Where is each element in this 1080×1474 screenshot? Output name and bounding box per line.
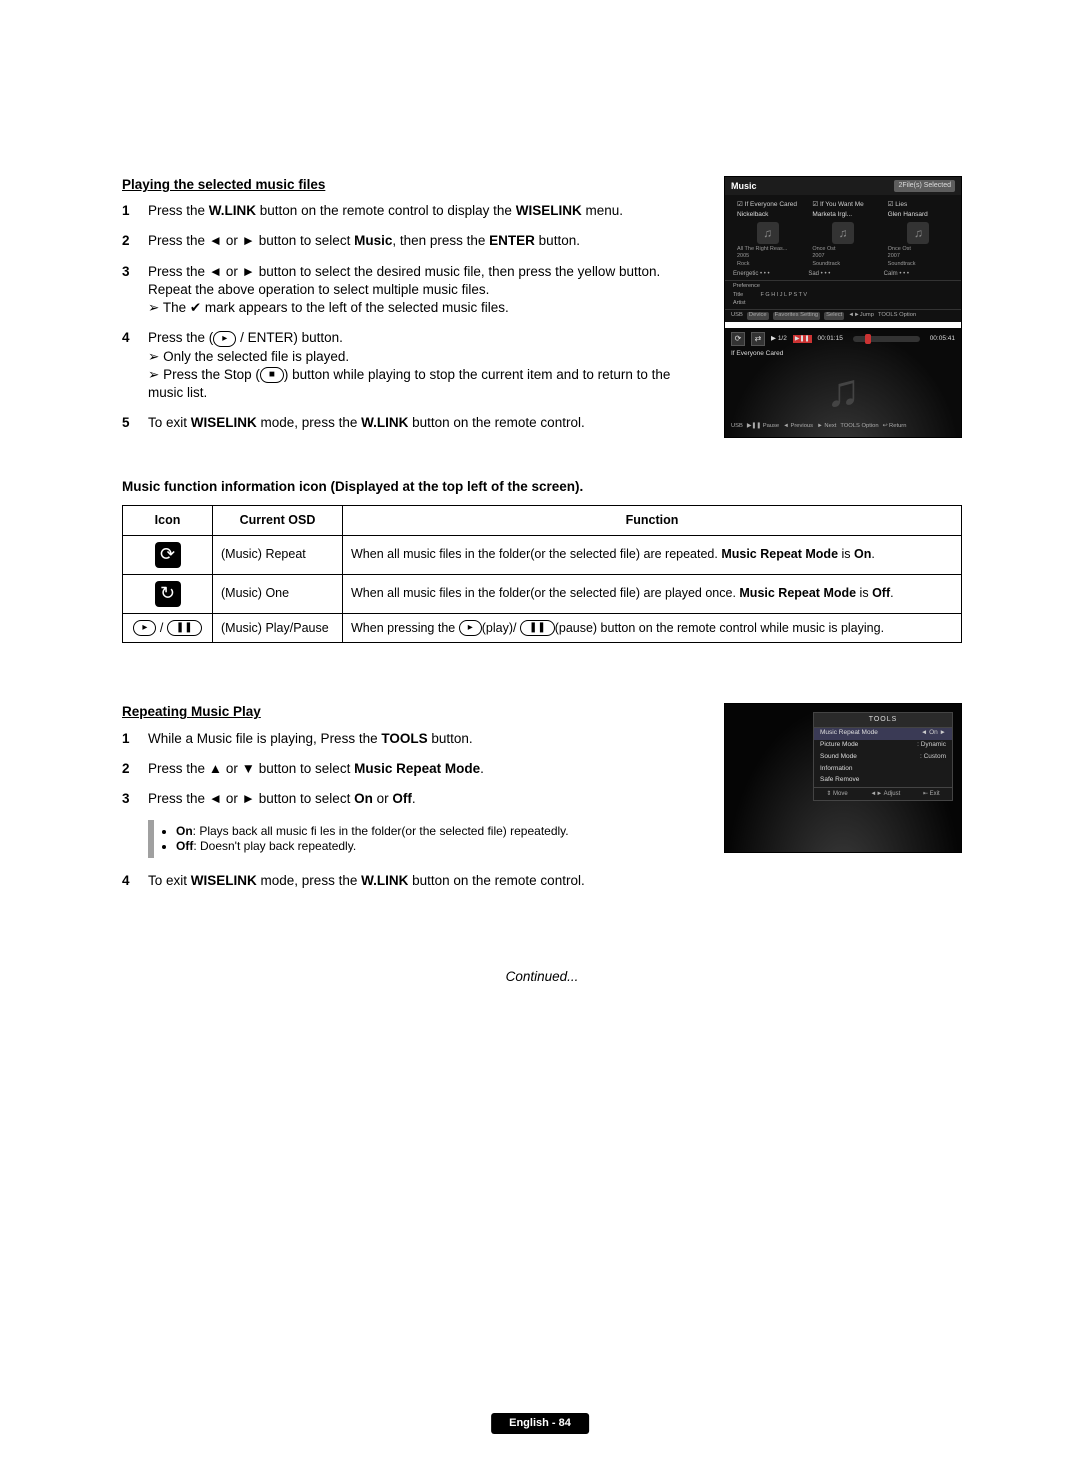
scr1-pref: Preference xyxy=(733,283,953,292)
player-progress xyxy=(853,336,920,342)
scr1-title: Music xyxy=(731,180,757,192)
th-osd: Current OSD xyxy=(213,505,343,535)
scr1-alpha-artist: Artist xyxy=(733,300,759,307)
heading-icon-table: Music function information icon (Display… xyxy=(122,478,962,496)
icon-info-table: Icon Current OSD Function ⟳(Music) Repea… xyxy=(122,505,962,644)
step-item: 2Press the ▲ or ▼ button to select Music… xyxy=(122,760,702,778)
heading-repeating: Repeating Music Play xyxy=(122,703,702,721)
tools-title: TOOLS xyxy=(814,713,952,727)
repeat-notes: On: Plays back all music fi les in the f… xyxy=(148,820,702,858)
music-tile: ☑ If Everyone CaredNickelbackAll The Rig… xyxy=(733,201,802,268)
repeat-mode-icon: ↻ xyxy=(155,581,181,607)
inline-icon: ▸ xyxy=(459,620,482,636)
inline-icon: ■ xyxy=(260,367,284,383)
player-leg-opt: TOOLS Option xyxy=(840,423,878,431)
scr1-badge: 2File(s) Selected xyxy=(894,180,955,191)
step-item: 1Press the W.LINK button on the remote c… xyxy=(122,202,702,220)
steps-repeating: 1While a Music file is playing, Press th… xyxy=(122,730,702,809)
player-leg-pause: ▶❚❚ Pause xyxy=(747,423,779,431)
note-item: Off: Doesn't play back repeatedly. xyxy=(176,839,694,854)
th-icon: Icon xyxy=(123,505,213,535)
screenshot-music-browser: Music 2File(s) Selected ☑ If Everyone Ca… xyxy=(724,176,962,438)
scr1-bb-sel: Select xyxy=(824,312,844,320)
music-tile: ☑ If You Want MeMarketa Irgl...Once Ost2… xyxy=(808,201,877,268)
player-song: If Everyone Cared xyxy=(731,350,955,359)
scr1-bb-src: USB xyxy=(731,312,743,320)
player-rec-icon: ▶❚❚ xyxy=(793,335,812,343)
scr1-alpha: F G H I J L P S T V xyxy=(761,292,808,298)
tools-row: Safe Remove xyxy=(814,775,952,787)
screenshot-tools-menu: TOOLS Music Repeat Mode◄ On ►Picture Mod… xyxy=(724,703,962,853)
th-fn: Function xyxy=(343,505,962,535)
scr1-bb-jump: ◄►Jump xyxy=(848,312,874,320)
check-icon xyxy=(190,300,201,315)
player-t2: 00:05:41 xyxy=(930,335,955,344)
scr1-bb-opt: TOOLS Option xyxy=(878,312,916,320)
step-item: 3Press the ◄ or ► button to select On or… xyxy=(122,790,702,808)
scr1-alpha-title: Title xyxy=(733,292,759,299)
table-row: ⟳(Music) RepeatWhen all music files in t… xyxy=(123,535,962,574)
continued: Continued... xyxy=(122,968,962,986)
scr1-bb-device: Device xyxy=(747,312,769,320)
mood-label: Calm • • • xyxy=(884,270,953,278)
player-shuffle-icon: ⇄ xyxy=(751,332,765,346)
step-item: 3Press the ◄ or ► button to select the d… xyxy=(122,263,702,318)
inline-icon: ▸ xyxy=(213,331,236,347)
pause-icon: ❚❚ xyxy=(167,620,202,636)
step-item: 4Press the (▸ / ENTER) button.Only the s… xyxy=(122,329,702,402)
tools-row: Music Repeat Mode◄ On ► xyxy=(814,728,952,740)
tools-row: Sound Mode: Custom xyxy=(814,751,952,763)
mood-label: Energetic • • • xyxy=(733,270,802,278)
player-t1: 00:01:15 xyxy=(818,335,843,344)
tools-row: Picture Mode: Dynamic xyxy=(814,740,952,752)
tools-ft-exit: ⇤ Exit xyxy=(923,790,940,798)
steps-playing: 1Press the W.LINK button on the remote c… xyxy=(122,202,702,432)
mood-label: Sad • • • xyxy=(808,270,877,278)
repeat-mode-icon: ⟳ xyxy=(155,542,181,568)
step-item: 5To exit WISELINK mode, press the W.LINK… xyxy=(122,414,702,432)
player-repeat-icon: ⟳ xyxy=(731,332,745,346)
table-row: ↻(Music) OneWhen all music files in the … xyxy=(123,574,962,613)
note-item: On: Plays back all music fi les in the f… xyxy=(176,824,694,839)
inline-icon: ❚❚ xyxy=(520,620,555,636)
music-tile: ☑ LiesGlen HansardOnce Ost2007Soundtrack xyxy=(884,201,953,268)
tools-ft-move: ⇕ Move xyxy=(826,790,847,798)
page-footer: English - 84 xyxy=(491,1413,589,1434)
player-leg-next: ► Next xyxy=(817,423,836,431)
play-icon: ▸ xyxy=(133,620,156,636)
step-item: 4To exit WISELINK mode, press the W.LINK… xyxy=(122,872,702,890)
player-page: ▶ 1/2 xyxy=(771,335,787,344)
player-note-icon: ♫ xyxy=(731,367,955,413)
heading-playing-selected: Playing the selected music files xyxy=(122,176,702,194)
player-leg-prev: ◄ Previous xyxy=(783,423,813,431)
player-leg-ret: ↩ Return xyxy=(883,423,907,431)
step-item: 1While a Music file is playing, Press th… xyxy=(122,730,702,748)
step-item: 2Press the ◄ or ► button to select Music… xyxy=(122,232,702,250)
player-leg-src: USB xyxy=(731,423,743,431)
tools-row: Information xyxy=(814,763,952,775)
steps-repeating-after: 4To exit WISELINK mode, press the W.LINK… xyxy=(122,872,702,890)
table-row: ▸ / ❚❚(Music) Play/PauseWhen pressing th… xyxy=(123,613,962,643)
scr1-bb-fav: Favorites Setting xyxy=(773,312,821,320)
tools-ft-adjust: ◄► Adjust xyxy=(870,790,900,798)
